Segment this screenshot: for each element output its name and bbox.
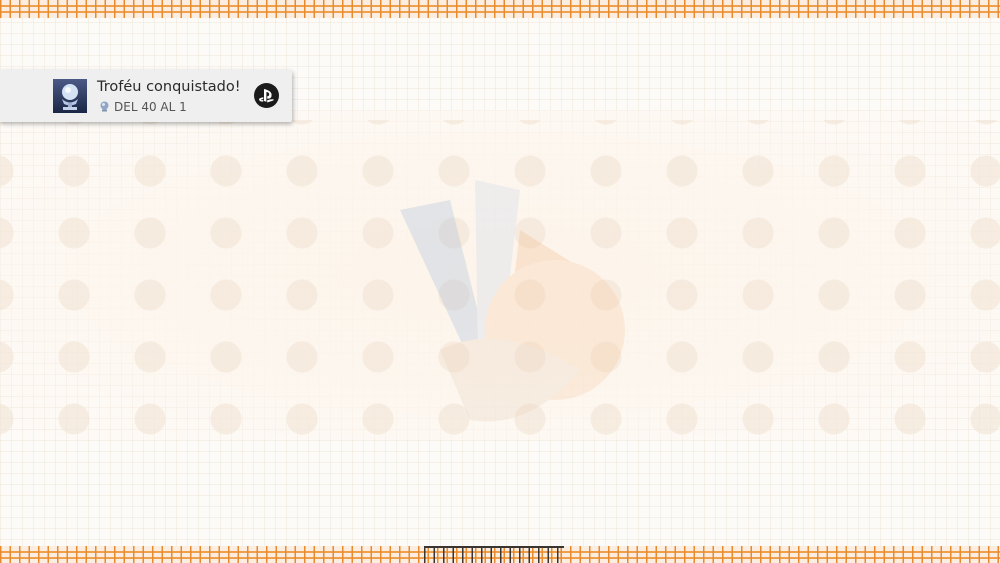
platinum-trophy-icon	[100, 101, 109, 112]
top-border	[0, 0, 1000, 18]
trophy-notification: Troféu conquistado! DEL 40 AL 1	[0, 70, 292, 122]
trophy-name-row: DEL 40 AL 1	[99, 99, 187, 114]
game-screen: Troféu conquistado! DEL 40 AL 1	[0, 0, 1000, 563]
game-logo-watermark	[400, 180, 625, 422]
bottom-border-dark-segment	[424, 546, 564, 563]
trophy-name: DEL 40 AL 1	[114, 99, 187, 114]
notification-title: Troféu conquistado!	[97, 79, 241, 95]
playstation-icon	[254, 83, 279, 108]
trophy-icon	[53, 79, 87, 113]
